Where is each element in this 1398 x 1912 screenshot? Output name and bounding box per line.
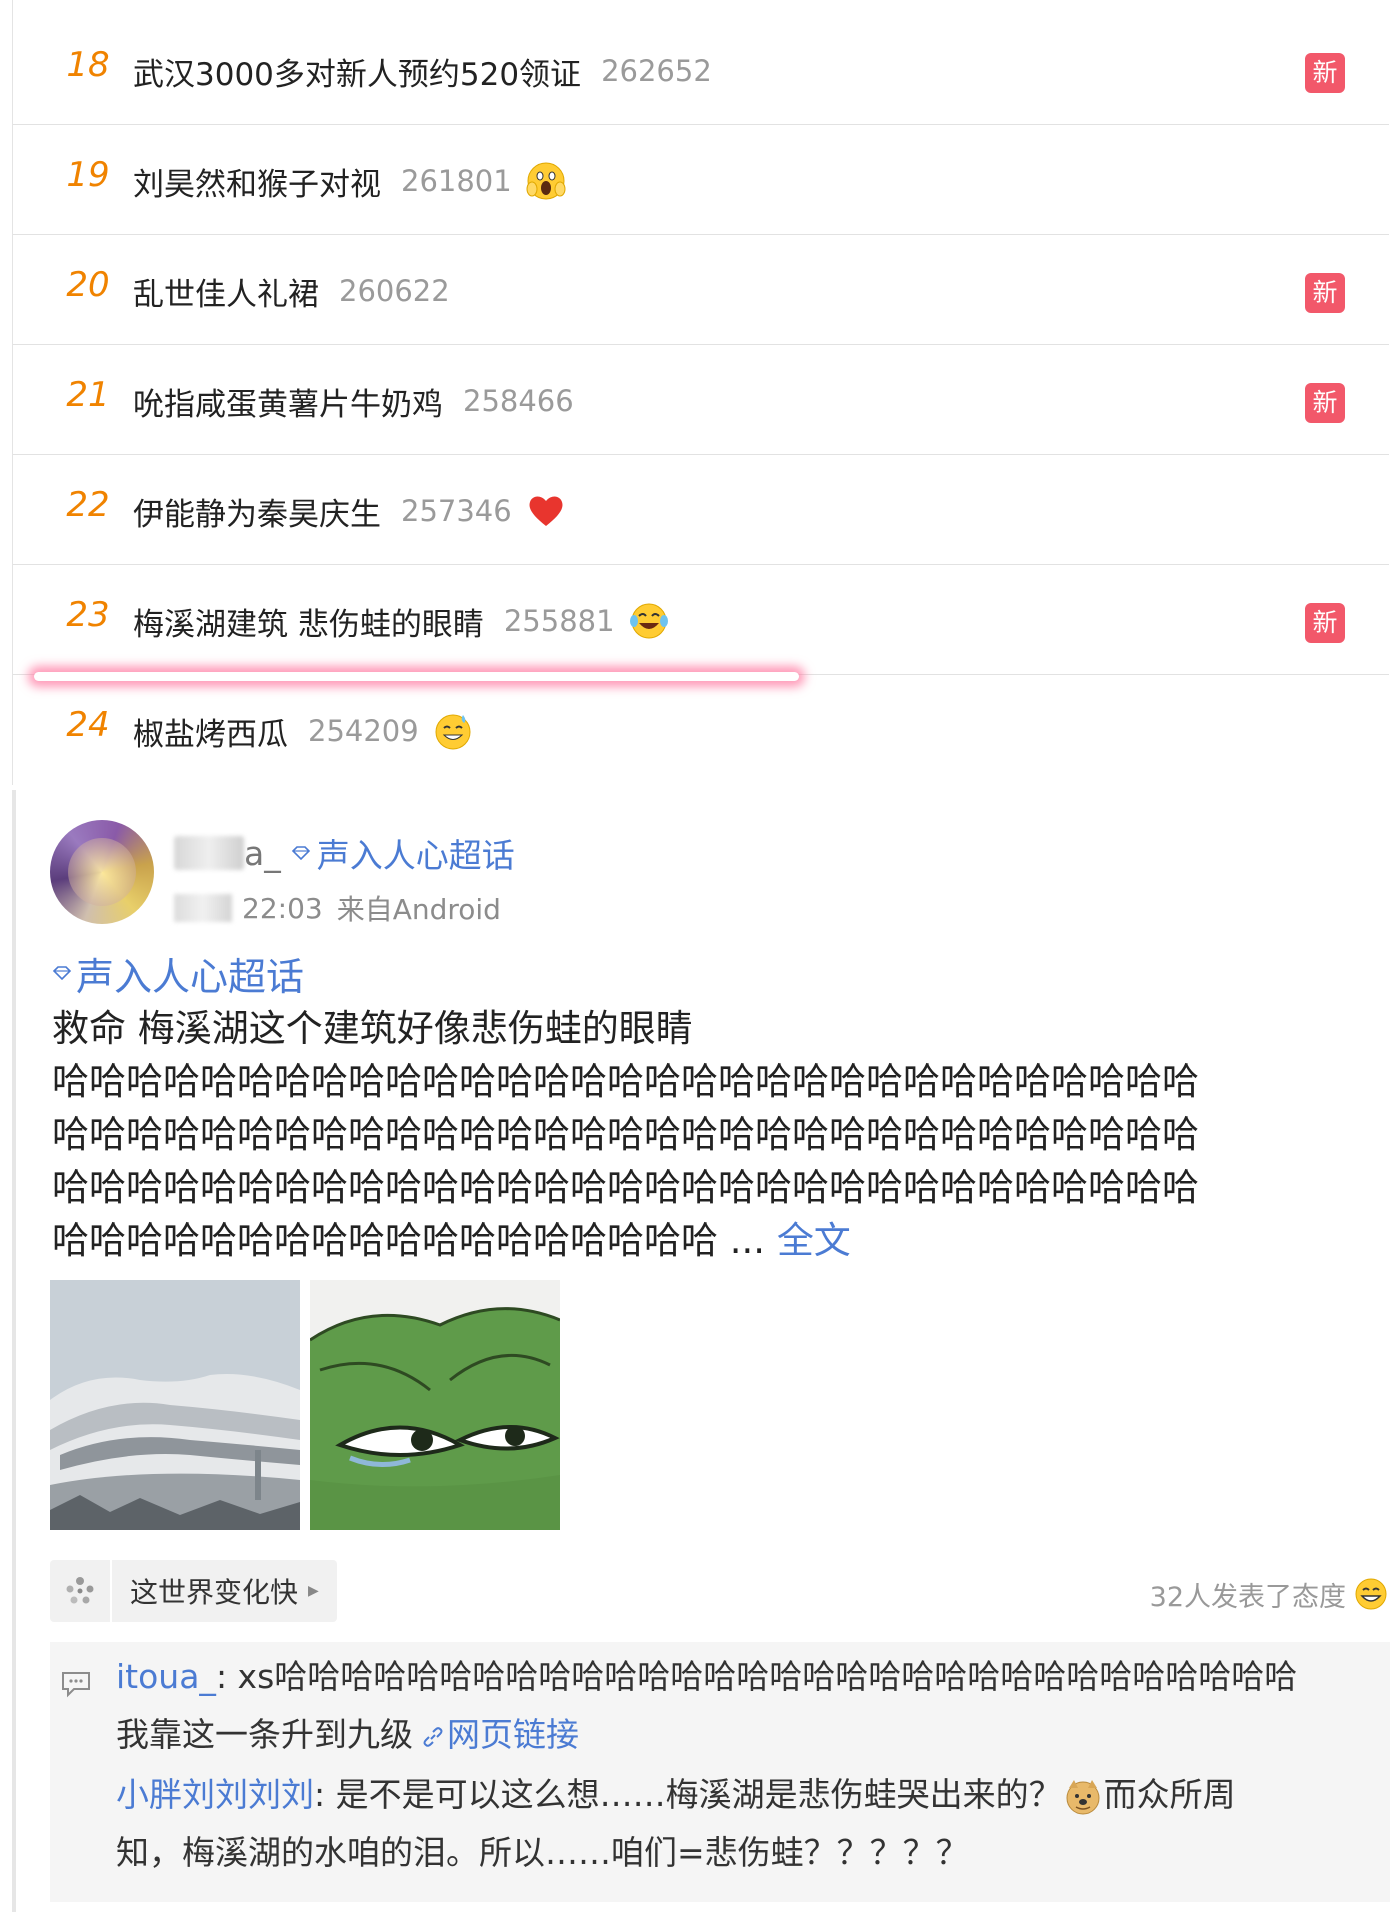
tears-of-joy-emoji (629, 603, 668, 639)
comment-text: 知，梅溪湖的水咱的泪。所以……咱们=悲伤蛙？？？？？ (116, 1833, 969, 1872)
comment-item: itoua_: xs哈哈哈哈哈哈哈哈哈哈哈哈哈哈哈哈哈哈哈哈哈哈哈哈哈哈哈哈哈哈… (116, 1648, 1376, 1764)
post-text-tail: 哈哈哈哈哈哈哈哈哈哈哈哈哈哈哈哈哈哈 ... (52, 1219, 777, 1262)
rank-number: 21 (66, 375, 110, 415)
music-tag-button[interactable]: 这世界变化快 ▶ (50, 1560, 337, 1622)
sweat-smile-emoji (435, 714, 471, 750)
comment-icon (62, 1672, 90, 1698)
hot-search-item[interactable]: 20 乱世佳人礼裙 260622 新 (13, 235, 1389, 345)
rank-number: 23 (66, 595, 110, 635)
hot-search-count: 260622 (339, 274, 450, 308)
post-source: 来自Android (336, 893, 501, 926)
post-text: 救命 梅溪湖这个建筑好像悲伤蛙的眼睛 哈哈哈哈哈哈哈哈哈哈哈哈哈哈哈哈哈哈哈哈哈… (52, 1002, 1392, 1267)
link-icon (423, 1726, 443, 1747)
post-time: 22:03 (242, 891, 323, 925)
rank-number: 24 (66, 705, 110, 745)
comment-text: : xs哈哈哈哈哈哈哈哈哈哈哈哈哈哈哈哈哈哈哈哈哈哈哈哈哈哈哈哈哈哈哈 (215, 1657, 1298, 1696)
diamond-icon (52, 966, 72, 980)
post-text-line-last: 哈哈哈哈哈哈哈哈哈哈哈哈哈哈哈哈哈哈 ... 全文 (52, 1214, 1392, 1267)
building-photo[interactable] (50, 1280, 300, 1530)
avatar[interactable] (50, 820, 154, 924)
rank-number: 19 (66, 155, 110, 195)
post-text-line: 哈哈哈哈哈哈哈哈哈哈哈哈哈哈哈哈哈哈哈哈哈哈哈哈哈哈哈哈哈哈哈 (52, 1166, 1199, 1209)
blurred-date (174, 894, 232, 922)
music-icon-box (50, 1560, 112, 1622)
supertopic-tag[interactable]: 声入人心超话 (76, 946, 304, 1001)
scream-face-emoji (526, 162, 566, 200)
sad-frog-eyes[interactable] (310, 1280, 560, 1530)
comment-text: 而众所周 (1103, 1775, 1236, 1814)
new-badge: 新 (1305, 53, 1345, 93)
reactions-summary[interactable]: 32人发表了态度 (1150, 1574, 1388, 1614)
comment-text: : 是不是可以这么想……梅溪湖是悲伤蛙哭出来的？ (314, 1775, 1062, 1814)
hot-search-item[interactable]: 22 伊能静为秦昊庆生 257346 (13, 455, 1389, 565)
rank-number: 22 (66, 485, 110, 525)
reactions-count: 32人发表了态度 (1149, 1581, 1346, 1613)
blurred-username (174, 836, 244, 870)
hot-search-title[interactable]: 伊能静为秦昊庆生 (133, 489, 381, 534)
body-supertopic[interactable]: 声入人心超话 (52, 946, 304, 1001)
hot-search-item[interactable]: 18 武汉3000多对新人预约520领证 262652 新 (13, 15, 1389, 125)
sparkle-icon (66, 1577, 94, 1604)
comments-preview: itoua_: xs哈哈哈哈哈哈哈哈哈哈哈哈哈哈哈哈哈哈哈哈哈哈哈哈哈哈哈哈哈哈… (50, 1642, 1390, 1902)
diamond-icon (291, 846, 310, 860)
hot-search-title[interactable]: 武汉3000多对新人预约520领证 (133, 49, 581, 94)
hot-search-item[interactable]: 19 刘昊然和猴子对视 261801 (13, 125, 1389, 235)
comment-user[interactable]: itoua_ (116, 1657, 216, 1696)
hot-search-count: 262652 (601, 54, 712, 88)
hot-search-count: 258466 (463, 384, 574, 418)
grin-emoji-icon (1355, 1578, 1387, 1610)
supertopic-link[interactable]: 声入人心超话 (317, 829, 515, 877)
red-heart-emoji (529, 496, 563, 526)
highlight-underline (34, 672, 799, 681)
chevron-right-icon: ▶ (308, 1583, 319, 1599)
rank-number: 20 (66, 265, 110, 305)
doge-emoji (1066, 1779, 1100, 1814)
post-text-line: 哈哈哈哈哈哈哈哈哈哈哈哈哈哈哈哈哈哈哈哈哈哈哈哈哈哈哈哈哈哈哈 (52, 1060, 1199, 1103)
hot-search-list: 18 武汉3000多对新人预约520领证 262652 新 19 刘昊然和猴子对… (12, 0, 1389, 785)
post-text-line: 救命 梅溪湖这个建筑好像悲伤蛙的眼睛 (52, 1007, 693, 1050)
hot-search-item[interactable]: 24 椒盐烤西瓜 254209 (13, 675, 1389, 785)
weibo-post: a_ 声入人心超话 22:03 来自Android 声入人心超话 救命 梅溪湖这… (12, 790, 1390, 1912)
full-text-link[interactable]: 全文 (777, 1219, 851, 1262)
hot-search-count: 255881 (503, 604, 615, 638)
new-badge: 新 (1305, 383, 1345, 423)
hot-search-item[interactable]: 23 梅溪湖建筑 悲伤蛙的眼睛 255881 新 (13, 565, 1389, 675)
hot-search-count: 254209 (308, 714, 419, 748)
hot-search-title[interactable]: 乱世佳人礼裙 (133, 269, 319, 314)
hot-search-title[interactable]: 刘昊然和猴子对视 (133, 159, 381, 204)
hot-search-count: 261801 (401, 164, 512, 198)
hot-search-title[interactable]: 梅溪湖建筑 悲伤蛙的眼睛 (133, 599, 484, 644)
rank-number: 18 (66, 45, 110, 85)
hot-search-title[interactable]: 吮指咸蛋黄薯片牛奶鸡 (133, 379, 443, 424)
comment-user[interactable]: 小胖刘刘刘刘 (116, 1775, 314, 1814)
new-badge: 新 (1305, 603, 1345, 643)
hot-search-count: 257346 (401, 494, 512, 528)
hot-search-item[interactable]: 21 吮指咸蛋黄薯片牛奶鸡 258466 新 (13, 345, 1389, 455)
comment-item: 小胖刘刘刘刘: 是不是可以这么想……梅溪湖是悲伤蛙哭出来的？ 而众所周 知，梅溪湖… (116, 1766, 1376, 1882)
new-badge: 新 (1305, 273, 1345, 313)
user-line: a_ 声入人心超话 (174, 830, 515, 876)
comment-text: 我靠这一条升到九级 (116, 1715, 413, 1754)
post-text-line: 哈哈哈哈哈哈哈哈哈哈哈哈哈哈哈哈哈哈哈哈哈哈哈哈哈哈哈哈哈哈哈 (52, 1113, 1199, 1156)
hot-search-title[interactable]: 椒盐烤西瓜 (133, 709, 288, 754)
user-name[interactable]: a_ (244, 834, 281, 873)
webpage-link[interactable]: 网页链接 (447, 1715, 579, 1754)
post-meta: 22:03 来自Android (174, 888, 501, 928)
music-tag-label: 这世界变化快 (130, 1576, 299, 1609)
